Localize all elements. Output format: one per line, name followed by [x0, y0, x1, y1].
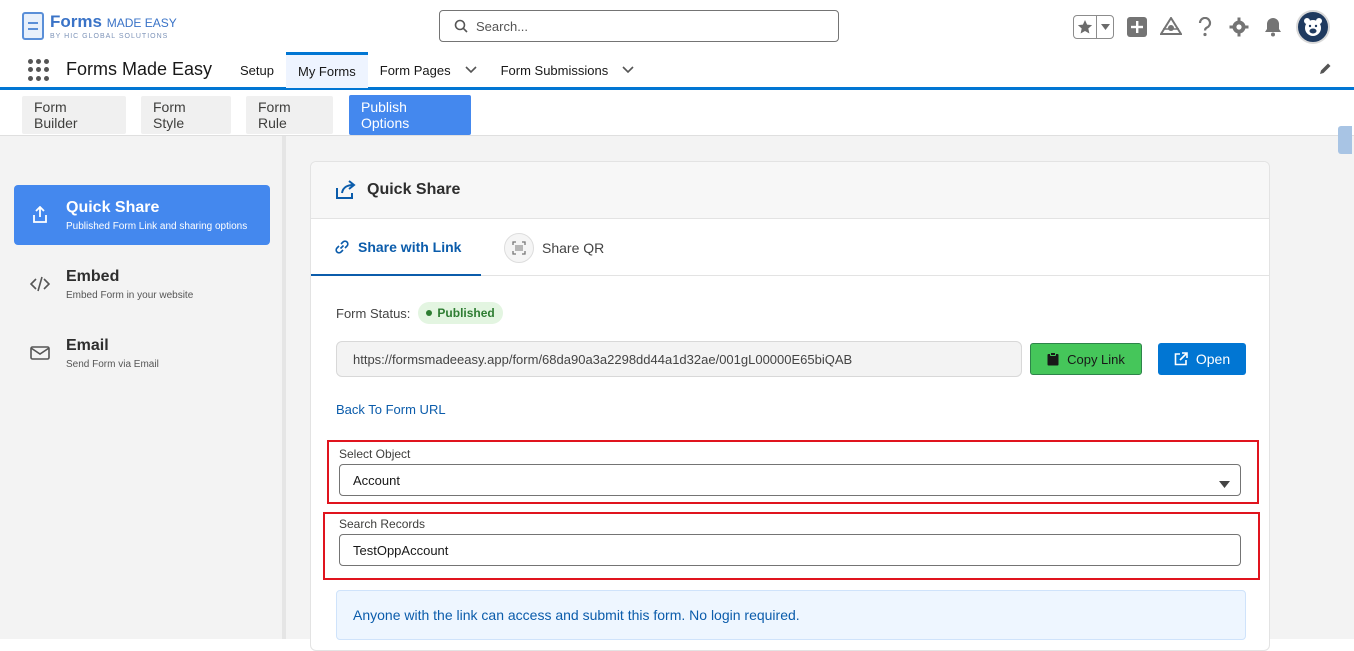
info-notice: Anyone with the link can access and subm… — [336, 590, 1246, 640]
sidebar-item-title: Embed — [66, 267, 120, 285]
nav-item-form-submissions[interactable]: Form Submissions — [489, 52, 647, 88]
caret-down-icon[interactable] — [1097, 16, 1113, 38]
chevron-down-icon[interactable] — [465, 66, 477, 74]
caret-down-icon — [1219, 476, 1230, 491]
clipboard-icon — [1047, 352, 1059, 366]
main-area: Quick Share Published Form Link and shar… — [0, 126, 1354, 651]
share-tabs: Share with Link Share QR — [311, 219, 1269, 276]
sidebar-item-subtitle: Published Form Link and sharing options — [66, 220, 248, 232]
edit-nav-pencil-icon[interactable] — [1318, 62, 1332, 81]
status-badge: Published — [418, 302, 503, 324]
form-status-row: Form Status: Published — [336, 302, 503, 324]
search-input[interactable] — [476, 18, 816, 34]
app-nav-bar: Forms Made Easy Setup My Forms Form Page… — [0, 52, 1354, 90]
copy-link-button[interactable]: Copy Link — [1030, 343, 1142, 375]
user-avatar[interactable] — [1296, 10, 1330, 44]
tab-share-qr[interactable]: Share QR — [504, 219, 604, 276]
logo-subtitle: BY HIC GLOBAL SOLUTIONS — [50, 32, 169, 40]
sidebar-item-subtitle: Embed Form in your website — [66, 289, 194, 301]
tab-form-rule[interactable]: Form Rule — [246, 96, 333, 134]
collapse-panel-handle[interactable] — [1338, 126, 1352, 154]
search-records-input[interactable]: TestOppAccount — [339, 534, 1241, 566]
share-upload-icon — [14, 206, 66, 224]
form-logo-icon — [22, 12, 44, 40]
nav-item-form-pages[interactable]: Form Pages — [368, 52, 489, 88]
tab-share-with-link[interactable]: Share with Link — [311, 219, 481, 276]
app-launcher-icon[interactable] — [28, 59, 50, 81]
search-icon — [454, 19, 468, 33]
logo-title-suffix: MADE EASY — [106, 15, 177, 30]
select-object-label: Select Object — [339, 447, 411, 461]
tab-form-style[interactable]: Form Style — [141, 96, 231, 134]
trailhead-icon[interactable] — [1160, 16, 1182, 38]
chevron-down-icon[interactable] — [622, 66, 634, 74]
back-to-form-url-link[interactable]: Back To Form URL — [336, 402, 446, 417]
help-icon[interactable] — [1194, 16, 1216, 38]
global-header: Forms MADE EASY BY HIC GLOBAL SOLUTIONS — [0, 0, 1354, 52]
bell-icon[interactable] — [1262, 16, 1284, 38]
sidebar-item-title: Email — [66, 336, 109, 354]
share-arrow-icon — [336, 180, 356, 199]
builder-tabs: Form Builder Form Style Form Rule Publis… — [0, 90, 1354, 136]
quick-share-card: Quick Share Share with Link Share QR For… — [310, 161, 1270, 651]
app-name: Forms Made Easy — [66, 59, 213, 79]
code-icon — [14, 276, 66, 292]
form-url-field[interactable]: https://formsmadeeasy.app/form/68da90a3a… — [336, 341, 1022, 377]
sidebar-item-email[interactable]: Email Send Form via Email — [14, 323, 270, 383]
card-title: Quick Share — [367, 181, 461, 198]
star-icon[interactable] — [1074, 16, 1098, 38]
nav-item-my-forms[interactable]: My Forms — [285, 52, 368, 88]
sidebar-item-title: Quick Share — [66, 198, 160, 216]
global-search[interactable] — [439, 10, 839, 42]
sidebar-item-subtitle: Send Form via Email — [66, 358, 159, 370]
publish-sidebar: Quick Share Published Form Link and shar… — [0, 136, 286, 639]
logo-title: Forms — [50, 11, 102, 31]
tab-publish-options[interactable]: Publish Options — [349, 95, 471, 135]
sidebar-item-quick-share[interactable]: Quick Share Published Form Link and shar… — [14, 185, 270, 245]
qr-code-icon — [504, 232, 534, 263]
envelope-icon — [14, 345, 66, 361]
open-link-button[interactable]: Open — [1158, 343, 1246, 375]
search-records-label: Search Records — [339, 517, 426, 531]
card-header: Quick Share — [311, 162, 1269, 219]
plus-icon[interactable] — [1126, 16, 1148, 38]
gear-icon[interactable] — [1228, 16, 1250, 38]
favorites-group[interactable] — [1073, 15, 1114, 39]
status-label: Form Status: — [336, 305, 411, 321]
tab-form-builder[interactable]: Form Builder — [22, 96, 126, 134]
link-icon — [335, 239, 349, 254]
nav-item-setup[interactable]: Setup — [228, 52, 286, 88]
sidebar-item-embed[interactable]: Embed Embed Form in your website — [14, 254, 270, 314]
app-logo[interactable]: Forms MADE EASY BY HIC GLOBAL SOLUTIONS — [22, 12, 177, 40]
select-object-dropdown[interactable]: Account — [339, 464, 1241, 496]
external-link-icon — [1174, 352, 1188, 366]
